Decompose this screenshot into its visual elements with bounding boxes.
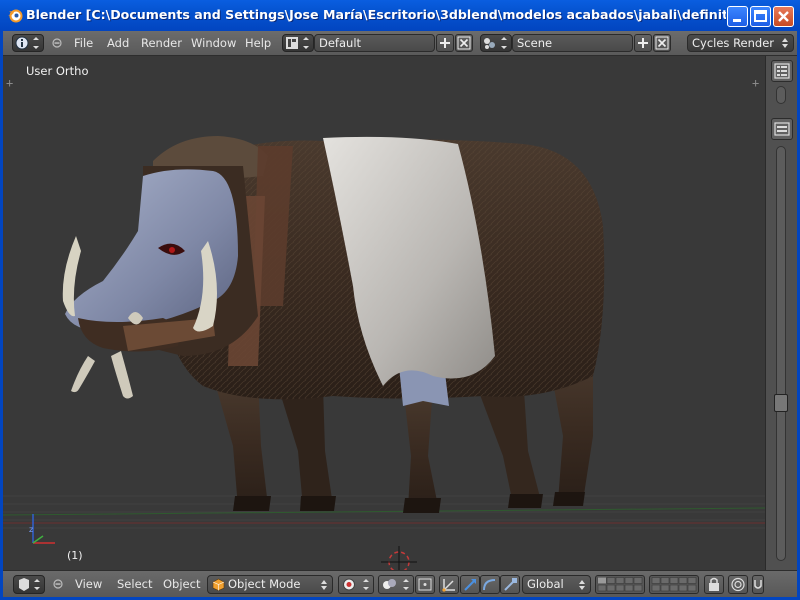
render-engine-select[interactable]: Cycles Render [687, 34, 794, 52]
dropdown-arrows-icon [321, 580, 327, 590]
scene-render: z [3, 136, 765, 570]
outliner-icon [774, 63, 790, 79]
boar-model [62, 136, 605, 513]
layout-name-field[interactable]: Default [314, 34, 435, 52]
properties-strip [765, 56, 797, 570]
close-icon [655, 36, 669, 50]
add-scene-button[interactable] [634, 34, 652, 52]
collapse-menus-icon[interactable] [53, 579, 63, 589]
translate-arrow-icon [464, 579, 476, 591]
close-icon [778, 11, 789, 22]
scrollbar-handle[interactable] [774, 394, 788, 412]
lock-layers-toggle[interactable] [704, 575, 724, 594]
properties-editor-button[interactable] [771, 118, 793, 140]
blender-logo-icon [8, 9, 23, 23]
plus-icon [440, 38, 450, 48]
layout-browse-button[interactable] [282, 34, 314, 52]
pivot-point-select[interactable] [378, 575, 414, 594]
rotate-manipulator-button[interactable] [480, 575, 500, 594]
menu-object[interactable]: Object [163, 571, 200, 597]
interaction-mode-label: Object Mode [228, 577, 301, 591]
scene-browse-button[interactable] [480, 34, 512, 52]
layer-buttons-icon [597, 577, 643, 592]
transform-orientation-select[interactable]: Global [522, 575, 591, 594]
3d-view-editor-icon [19, 578, 40, 591]
info-header: File Add Render Window Help Default Scen… [3, 31, 797, 56]
maximize-button[interactable] [750, 6, 771, 27]
render-engine-label: Cycles Render [692, 36, 775, 50]
menu-view[interactable]: View [75, 571, 102, 597]
editor-type-selector[interactable] [12, 34, 44, 52]
dropdown-arrows-icon [782, 38, 788, 48]
scale-manipulator-button[interactable] [500, 575, 520, 594]
proportional-edit-icon [731, 577, 745, 592]
minimize-button[interactable] [727, 6, 748, 27]
outliner-editor-button[interactable] [771, 60, 793, 82]
snap-toggle[interactable] [752, 575, 764, 594]
screen-layout-icon [286, 37, 309, 49]
scene-icon [484, 37, 507, 49]
add-layout-button[interactable] [436, 34, 454, 52]
info-editor-icon [15, 36, 39, 50]
pivot-point-icon [383, 579, 409, 590]
menu-render[interactable]: Render [141, 31, 182, 55]
lock-icon [709, 577, 719, 591]
properties-icon [774, 122, 790, 136]
viewport-shading-select[interactable] [338, 575, 374, 594]
menu-window[interactable]: Window [191, 31, 236, 55]
maximize-icon [754, 10, 767, 22]
proportional-edit-toggle[interactable] [728, 575, 748, 594]
scene-name-field[interactable]: Scene [512, 34, 633, 52]
window-title: Blender [C:\Documents and Settings\Jose … [26, 7, 726, 22]
interaction-mode-select[interactable]: Object Mode [207, 575, 333, 594]
editor-type-selector-3d[interactable] [13, 575, 45, 594]
minimize-icon [733, 19, 741, 22]
close-icon [457, 36, 471, 50]
svg-text:z: z [29, 525, 33, 534]
transform-orientation-label: Global [527, 577, 564, 591]
delete-layout-button[interactable] [455, 34, 473, 52]
delete-scene-button[interactable] [653, 34, 671, 52]
rotate-arc-icon [483, 579, 496, 591]
menu-help[interactable]: Help [245, 31, 271, 55]
3d-cursor-icon [381, 546, 417, 570]
menu-file[interactable]: File [74, 31, 93, 55]
menu-select[interactable]: Select [117, 571, 152, 597]
center-points-icon [418, 578, 432, 591]
center-points-toggle[interactable] [415, 575, 435, 594]
translate-manipulator-button[interactable] [460, 575, 480, 594]
dropdown-arrows-icon [579, 580, 585, 590]
menu-add[interactable]: Add [107, 31, 129, 55]
close-button[interactable] [773, 6, 794, 27]
magnet-icon [754, 580, 762, 589]
outliner-scrollbar[interactable] [776, 86, 786, 104]
current-frame-label: (1) [67, 549, 83, 562]
plus-icon [638, 38, 648, 48]
scene-layers-group-2[interactable] [649, 575, 699, 594]
3d-viewport[interactable]: User Ortho + + z (1) [3, 56, 765, 570]
scale-icon [504, 578, 517, 591]
solid-shading-icon [343, 578, 369, 591]
scene-layers-group-1[interactable] [595, 575, 645, 594]
3d-view-header: View Select Object Object Mode Global [3, 570, 797, 597]
properties-scrollbar[interactable] [776, 146, 786, 561]
object-mode-cube-icon [212, 578, 225, 591]
manipulator-toggle[interactable] [439, 575, 459, 594]
window-titlebar: Blender [C:\Documents and Settings\Jose … [0, 0, 800, 31]
collapse-menus-icon[interactable] [52, 38, 62, 48]
manipulator-icon [442, 579, 455, 592]
layer-buttons-icon [651, 577, 697, 592]
